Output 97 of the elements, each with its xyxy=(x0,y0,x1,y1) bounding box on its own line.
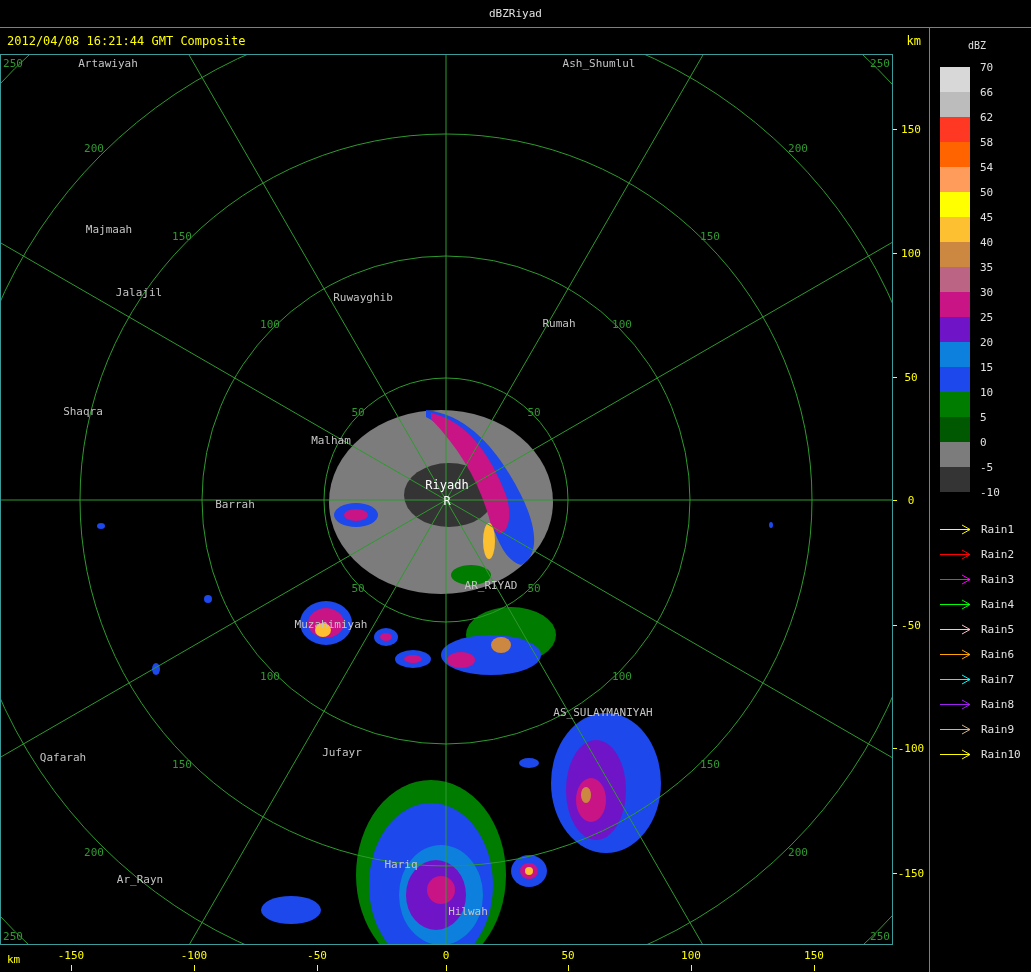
legend-title: dBZ xyxy=(968,40,987,51)
axis-tick-label: -100 xyxy=(180,948,208,962)
place-label: Shaqra xyxy=(63,404,103,418)
place-label: Muzahimiyah xyxy=(294,617,368,631)
window-title: dBZRiyad xyxy=(0,0,1031,28)
scale-label: -5 xyxy=(980,460,995,476)
tick-mark xyxy=(893,625,897,626)
range-ring-label: 250 xyxy=(3,929,23,943)
rain-track-label: Rain5 xyxy=(981,623,1015,636)
rain-track-label: Rain10 xyxy=(981,748,1021,761)
axis-tick-label: -50 xyxy=(901,618,921,632)
range-ring-label: 100 xyxy=(260,669,280,683)
axis-tick-label: 50 xyxy=(904,370,918,384)
range-ring-label: 150 xyxy=(172,229,192,243)
rain-track-label: Rain6 xyxy=(981,648,1015,661)
timestamp-label: 2012/04/08 16:21:44 GMT Composite xyxy=(7,34,246,48)
scale-label: 50 xyxy=(980,185,995,201)
axis-tick-label: 150 xyxy=(901,122,921,136)
place-label: Majmaah xyxy=(85,222,133,236)
place-label: R xyxy=(443,494,451,508)
range-ring-label: 200 xyxy=(788,141,808,155)
tick-mark xyxy=(317,965,318,971)
place-label: Jalajil xyxy=(115,285,163,299)
axis-tick-label: 150 xyxy=(804,948,824,962)
unit-label: km xyxy=(906,34,921,48)
range-ring-label: 100 xyxy=(612,669,632,683)
place-label: Ash_Shumlul xyxy=(562,56,636,70)
scale-label: 20 xyxy=(980,335,995,351)
place-label: Barrah xyxy=(215,497,255,511)
tick-mark xyxy=(893,748,897,749)
place-label: AS_SULAYMANIYAH xyxy=(553,705,653,719)
axis-tick-label: -150 xyxy=(897,866,925,880)
tick-mark xyxy=(691,965,692,971)
tick-mark xyxy=(893,873,897,874)
rain-track-label: Rain1 xyxy=(981,523,1015,536)
range-ring-label: 200 xyxy=(84,141,104,155)
tick-mark xyxy=(446,965,447,971)
tick-mark xyxy=(814,965,815,971)
scale-label: -10 xyxy=(980,485,1000,501)
range-ring-label: 150 xyxy=(172,757,192,771)
range-ring-label: 150 xyxy=(700,757,720,771)
axis-tick-label: -100 xyxy=(897,741,925,755)
tick-mark xyxy=(893,253,897,254)
tick-mark xyxy=(194,965,195,971)
axis-unit-label: km xyxy=(7,952,21,966)
tick-mark xyxy=(893,377,897,378)
range-ring-label: 50 xyxy=(527,405,541,419)
axis-tick-label: 100 xyxy=(681,948,701,962)
scale-label: 58 xyxy=(980,135,995,151)
range-ring-label: 250 xyxy=(3,56,23,70)
scale-label: 35 xyxy=(980,260,995,276)
scale-label: 10 xyxy=(980,385,995,401)
place-label: Riyadh xyxy=(425,478,469,492)
place-label: Rumah xyxy=(542,316,576,330)
range-ring-label: 250 xyxy=(870,929,890,943)
scale-label: 15 xyxy=(980,360,995,376)
range-ring-label: 50 xyxy=(351,405,365,419)
scale-label: 54 xyxy=(980,160,995,176)
range-ring-label: 250 xyxy=(870,56,890,70)
scale-label: 70 xyxy=(980,60,995,76)
rain-track-label: Rain3 xyxy=(981,573,1015,586)
scale-label: 45 xyxy=(980,210,995,226)
rain-track-label: Rain9 xyxy=(981,723,1015,736)
scale-label: 30 xyxy=(980,285,995,301)
rain-track-label: Rain2 xyxy=(981,548,1015,561)
place-label: Qafarah xyxy=(39,750,87,764)
place-label: Hilwah xyxy=(448,904,488,918)
rain-track-label: Rain7 xyxy=(981,673,1015,686)
rain-track-label: Rain4 xyxy=(981,598,1015,611)
range-ring-label: 100 xyxy=(612,317,632,331)
axis-tick-label: 100 xyxy=(901,246,921,260)
scale-label: 66 xyxy=(980,85,995,101)
place-label: Ar_Rayn xyxy=(116,872,164,886)
tick-mark xyxy=(893,129,897,130)
axis-tick-label: -50 xyxy=(307,948,327,962)
place-label: Jufayr xyxy=(322,745,362,759)
scale-label: 5 xyxy=(980,410,988,426)
range-ring-label: 200 xyxy=(84,845,104,859)
scale-label: 62 xyxy=(980,110,995,126)
range-ring-label: 50 xyxy=(351,581,365,595)
tick-mark xyxy=(71,965,72,971)
scale-label: 25 xyxy=(980,310,995,326)
axis-tick-label: 0 xyxy=(442,948,450,962)
tick-mark xyxy=(893,500,897,501)
axis-tick-label: 0 xyxy=(907,493,915,507)
scale-label: 0 xyxy=(980,435,988,451)
place-label: Ruwayghib xyxy=(333,290,393,304)
tick-mark xyxy=(568,965,569,971)
place-label: Artawiyah xyxy=(78,56,138,70)
scale-label: 40 xyxy=(980,235,995,251)
range-ring-label: 200 xyxy=(788,845,808,859)
range-ring-label: 150 xyxy=(700,229,720,243)
range-ring-label: 100 xyxy=(260,317,280,331)
axis-tick-label: -150 xyxy=(57,948,85,962)
axis-tick-label: 50 xyxy=(561,948,575,962)
range-ring-label: 50 xyxy=(527,581,541,595)
rain-track-label: Rain8 xyxy=(981,698,1015,711)
